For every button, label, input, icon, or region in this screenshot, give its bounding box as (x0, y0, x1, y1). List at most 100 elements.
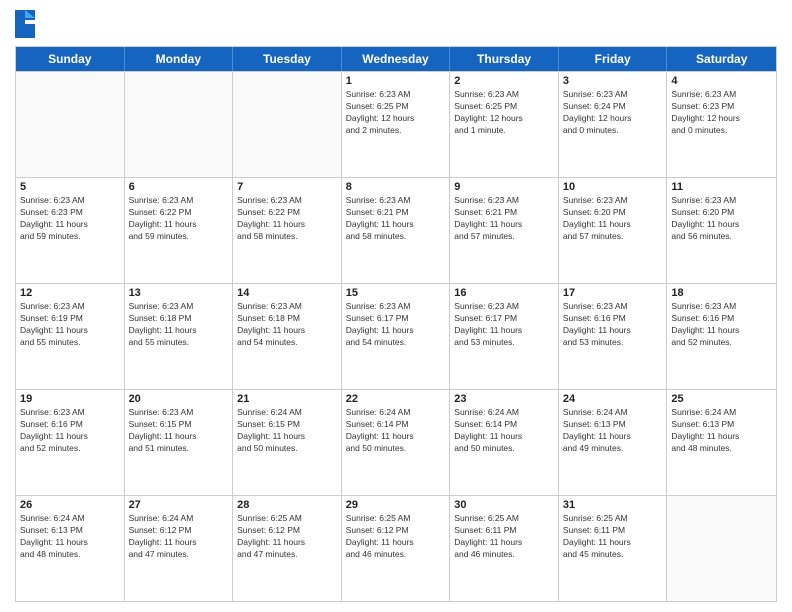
calendar-cell: 5 Sunrise: 6:23 AMSunset: 6:23 PMDaylight… (16, 178, 125, 283)
day-info: Sunrise: 6:23 AMSunset: 6:22 PMDaylight:… (129, 195, 229, 243)
weekday-header-saturday: Saturday (667, 47, 776, 71)
calendar-cell: 25 Sunrise: 6:24 AMSunset: 6:13 PMDayligh… (667, 390, 776, 495)
day-info: Sunrise: 6:23 AMSunset: 6:18 PMDaylight:… (129, 301, 229, 349)
day-number: 19 (20, 393, 120, 405)
calendar-cell: 17 Sunrise: 6:23 AMSunset: 6:16 PMDayligh… (559, 284, 668, 389)
day-info: Sunrise: 6:23 AMSunset: 6:23 PMDaylight:… (20, 195, 120, 243)
day-number: 20 (129, 393, 229, 405)
calendar-cell: 22Sunrise: 6:24 AMSunset: 6:14 PMDayligh… (342, 390, 451, 495)
day-info: Sunrise: 6:24 AMSunset: 6:13 PMDaylight:… (563, 407, 663, 455)
calendar-row-1: 5 Sunrise: 6:23 AMSunset: 6:23 PMDaylight… (16, 177, 776, 283)
day-number: 25 (671, 393, 772, 405)
calendar-cell (233, 72, 342, 177)
calendar-cell: 4 Sunrise: 6:23 AMSunset: 6:23 PMDaylight… (667, 72, 776, 177)
day-number: 27 (129, 499, 229, 511)
day-number: 28 (237, 499, 337, 511)
calendar-cell: 19 Sunrise: 6:23 AMSunset: 6:16 PMDayligh… (16, 390, 125, 495)
day-number: 17 (563, 287, 663, 299)
weekday-header-thursday: Thursday (450, 47, 559, 71)
day-info: Sunrise: 6:24 AMSunset: 6:14 PMDaylight:… (454, 407, 554, 455)
header (15, 10, 777, 38)
day-number: 5 (20, 181, 120, 193)
day-info: Sunrise: 6:23 AMSunset: 6:16 PMDaylight:… (671, 301, 772, 349)
day-info: Sunrise: 6:24 AMSunset: 6:13 PMDaylight:… (671, 407, 772, 455)
calendar-row-0: 1 Sunrise: 6:23 AMSunset: 6:25 PMDaylight… (16, 71, 776, 177)
day-info: Sunrise: 6:23 AMSunset: 6:16 PMDaylight:… (20, 407, 120, 455)
day-number: 14 (237, 287, 337, 299)
calendar-cell: 2 Sunrise: 6:23 AMSunset: 6:25 PMDaylight… (450, 72, 559, 177)
day-info: Sunrise: 6:23 AMSunset: 6:21 PMDaylight:… (346, 195, 446, 243)
day-info: Sunrise: 6:23 AMSunset: 6:24 PMDaylight:… (563, 89, 663, 137)
day-number: 2 (454, 75, 554, 87)
weekday-header-tuesday: Tuesday (233, 47, 342, 71)
calendar-cell: 10 Sunrise: 6:23 AMSunset: 6:20 PMDayligh… (559, 178, 668, 283)
calendar-cell: 9Sunrise: 6:23 AMSunset: 6:21 PMDaylight… (450, 178, 559, 283)
calendar-row-3: 19 Sunrise: 6:23 AMSunset: 6:16 PMDayligh… (16, 389, 776, 495)
calendar-row-2: 12Sunrise: 6:23 AMSunset: 6:19 PMDayligh… (16, 283, 776, 389)
calendar-cell: 21 Sunrise: 6:24 AMSunset: 6:15 PMDayligh… (233, 390, 342, 495)
day-info: Sunrise: 6:23 AMSunset: 6:20 PMDaylight:… (671, 195, 772, 243)
day-number: 26 (20, 499, 120, 511)
day-number: 11 (671, 181, 772, 193)
day-info: Sunrise: 6:23 AMSunset: 6:17 PMDaylight:… (454, 301, 554, 349)
weekday-header-wednesday: Wednesday (342, 47, 451, 71)
calendar-cell: 16 Sunrise: 6:23 AMSunset: 6:17 PMDayligh… (450, 284, 559, 389)
weekday-header-friday: Friday (559, 47, 668, 71)
day-info: Sunrise: 6:23 AMSunset: 6:22 PMDaylight:… (237, 195, 337, 243)
day-number: 23 (454, 393, 554, 405)
day-info: Sunrise: 6:23 AMSunset: 6:16 PMDaylight:… (563, 301, 663, 349)
day-number: 4 (671, 75, 772, 87)
calendar-cell: 18 Sunrise: 6:23 AMSunset: 6:16 PMDayligh… (667, 284, 776, 389)
day-number: 7 (237, 181, 337, 193)
day-info: Sunrise: 6:23 AMSunset: 6:25 PMDaylight:… (346, 89, 446, 137)
calendar-cell: 3Sunrise: 6:23 AMSunset: 6:24 PMDaylight… (559, 72, 668, 177)
day-number: 8 (346, 181, 446, 193)
calendar-cell: 11 Sunrise: 6:23 AMSunset: 6:20 PMDayligh… (667, 178, 776, 283)
calendar-cell (667, 496, 776, 601)
calendar-cell: 27Sunrise: 6:24 AMSunset: 6:12 PMDayligh… (125, 496, 234, 601)
calendar-cell: 1 Sunrise: 6:23 AMSunset: 6:25 PMDaylight… (342, 72, 451, 177)
day-info: Sunrise: 6:23 AMSunset: 6:17 PMDaylight:… (346, 301, 446, 349)
day-info: Sunrise: 6:23 AMSunset: 6:20 PMDaylight:… (563, 195, 663, 243)
calendar-cell: 29 Sunrise: 6:25 AMSunset: 6:12 PMDayligh… (342, 496, 451, 601)
day-number: 15 (346, 287, 446, 299)
calendar-cell (125, 72, 234, 177)
weekday-header-sunday: Sunday (16, 47, 125, 71)
day-number: 6 (129, 181, 229, 193)
day-info: Sunrise: 6:25 AMSunset: 6:11 PMDaylight:… (563, 513, 663, 561)
calendar-cell: 26 Sunrise: 6:24 AMSunset: 6:13 PMDayligh… (16, 496, 125, 601)
calendar-row-4: 26 Sunrise: 6:24 AMSunset: 6:13 PMDayligh… (16, 495, 776, 601)
calendar-header: SundayMondayTuesdayWednesdayThursdayFrid… (16, 47, 776, 71)
calendar-cell: 15 Sunrise: 6:23 AMSunset: 6:17 PMDayligh… (342, 284, 451, 389)
day-info: Sunrise: 6:24 AMSunset: 6:15 PMDaylight:… (237, 407, 337, 455)
day-info: Sunrise: 6:23 AMSunset: 6:23 PMDaylight:… (671, 89, 772, 137)
day-info: Sunrise: 6:24 AMSunset: 6:14 PMDaylight:… (346, 407, 446, 455)
calendar-cell: 28 Sunrise: 6:25 AMSunset: 6:12 PMDayligh… (233, 496, 342, 601)
day-number: 21 (237, 393, 337, 405)
day-info: Sunrise: 6:24 AMSunset: 6:13 PMDaylight:… (20, 513, 120, 561)
day-number: 13 (129, 287, 229, 299)
weekday-header-monday: Monday (125, 47, 234, 71)
logo (15, 10, 39, 38)
day-number: 10 (563, 181, 663, 193)
calendar-cell: 6 Sunrise: 6:23 AMSunset: 6:22 PMDaylight… (125, 178, 234, 283)
day-info: Sunrise: 6:23 AMSunset: 6:25 PMDaylight:… (454, 89, 554, 137)
day-number: 24 (563, 393, 663, 405)
day-info: Sunrise: 6:25 AMSunset: 6:12 PMDaylight:… (237, 513, 337, 561)
page: SundayMondayTuesdayWednesdayThursdayFrid… (0, 0, 792, 612)
day-info: Sunrise: 6:25 AMSunset: 6:12 PMDaylight:… (346, 513, 446, 561)
day-number: 18 (671, 287, 772, 299)
calendar-cell: 23 Sunrise: 6:24 AMSunset: 6:14 PMDayligh… (450, 390, 559, 495)
day-number: 16 (454, 287, 554, 299)
calendar-cell (16, 72, 125, 177)
calendar-body: 1 Sunrise: 6:23 AMSunset: 6:25 PMDaylight… (16, 71, 776, 601)
calendar-cell: 20 Sunrise: 6:23 AMSunset: 6:15 PMDayligh… (125, 390, 234, 495)
calendar-cell: 8 Sunrise: 6:23 AMSunset: 6:21 PMDaylight… (342, 178, 451, 283)
day-info: Sunrise: 6:25 AMSunset: 6:11 PMDaylight:… (454, 513, 554, 561)
logo-icon (15, 10, 35, 38)
day-info: Sunrise: 6:23 AMSunset: 6:15 PMDaylight:… (129, 407, 229, 455)
calendar-cell: 31Sunrise: 6:25 AMSunset: 6:11 PMDayligh… (559, 496, 668, 601)
day-number: 1 (346, 75, 446, 87)
calendar-cell: 14Sunrise: 6:23 AMSunset: 6:18 PMDayligh… (233, 284, 342, 389)
day-number: 29 (346, 499, 446, 511)
